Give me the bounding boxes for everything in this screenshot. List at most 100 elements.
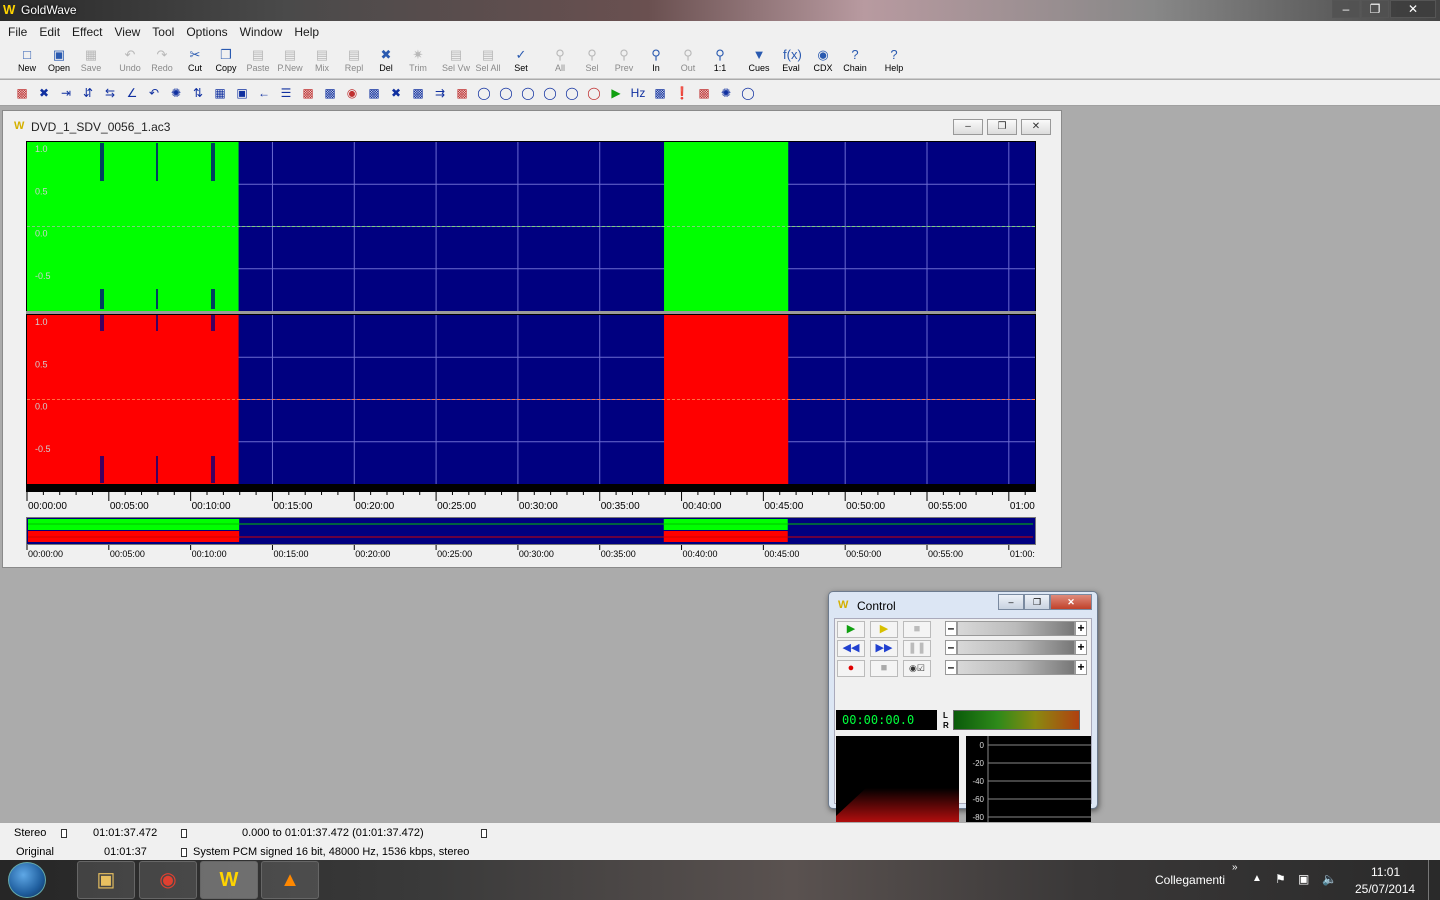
menu-window[interactable]: Window — [234, 25, 289, 39]
effect-tool-button[interactable]: ∠ — [122, 83, 142, 103]
sound-restore-button[interactable]: ❐ — [987, 119, 1017, 135]
toolbar-chain-button[interactable]: ? Chain — [840, 46, 870, 78]
toolbar-sel-all-button[interactable]: ▤ Sel All — [473, 46, 503, 78]
record-mode-button[interactable]: ◉☑ — [903, 660, 931, 677]
chevron-icon[interactable]: » — [1232, 862, 1238, 873]
effect-tool-button[interactable]: ▩ — [408, 83, 428, 103]
speed-minus-button[interactable]: – — [945, 660, 957, 675]
effect-tool-button[interactable]: ✺ — [166, 83, 186, 103]
toolbar-trim-button[interactable]: ✷ Trim — [403, 46, 433, 78]
effect-tool-button[interactable]: ▩ — [452, 83, 472, 103]
effect-tool-button[interactable]: ✖ — [34, 83, 54, 103]
toolbar-cut-button[interactable]: ✂ Cut — [180, 46, 210, 78]
effect-tool-button[interactable]: ◯ — [496, 83, 516, 103]
effect-tool-button[interactable]: ◉ — [342, 83, 362, 103]
speed-slider[interactable] — [957, 660, 1075, 675]
stop-button[interactable]: ■ — [903, 621, 931, 638]
action-center-flag-icon[interactable]: ⚑ — [1275, 872, 1286, 886]
toolbar-prev-button[interactable]: ⚲ Prev — [609, 46, 639, 78]
toolbar-repl-button[interactable]: ▤ Repl — [339, 46, 369, 78]
toolbar-sel-vw-button[interactable]: ▤ Sel Vw — [441, 46, 471, 78]
control-close-button[interactable]: ✕ — [1050, 594, 1092, 610]
effect-tool-button[interactable]: ⇅ — [188, 83, 208, 103]
close-button[interactable]: ✕ — [1390, 0, 1436, 18]
toolbar-paste-button[interactable]: ▤ Paste — [243, 46, 273, 78]
effect-tool-button[interactable]: Hz — [628, 83, 648, 103]
toolbar-1-1-button[interactable]: ⚲ 1:1 — [705, 46, 735, 78]
balance-plus-button[interactable]: + — [1075, 640, 1087, 655]
record-stop-button[interactable]: ■ — [870, 660, 898, 677]
effect-tool-button[interactable]: ⇵ — [78, 83, 98, 103]
effect-tool-button[interactable]: ▶ — [606, 83, 626, 103]
toolbar-p-new-button[interactable]: ▤ P.New — [275, 46, 305, 78]
toolbar-mix-button[interactable]: ▤ Mix — [307, 46, 337, 78]
effect-tool-button[interactable]: ✺ — [716, 83, 736, 103]
menu-file[interactable]: File — [2, 25, 33, 39]
balance-slider[interactable] — [957, 640, 1075, 655]
toolbar-save-button[interactable]: ▦ Save — [76, 46, 106, 78]
network-icon[interactable]: ▣ — [1298, 872, 1309, 886]
clock-date[interactable]: 25/07/2014 — [1355, 882, 1415, 896]
fast-forward-button[interactable]: ▶▶ — [870, 640, 898, 657]
effect-tool-button[interactable]: ✖ — [386, 83, 406, 103]
play-button[interactable]: ▶ — [837, 621, 865, 638]
menu-help[interactable]: Help — [288, 25, 325, 39]
effect-tool-button[interactable]: ☰ — [276, 83, 296, 103]
menu-view[interactable]: View — [109, 25, 147, 39]
toolbar-open-button[interactable]: ▣ Open — [44, 46, 74, 78]
menu-options[interactable]: Options — [180, 25, 233, 39]
menu-effect[interactable]: Effect — [66, 25, 108, 39]
toolbar-in-button[interactable]: ⚲ In — [641, 46, 671, 78]
toolbar-cues-button[interactable]: ▼ Cues — [744, 46, 774, 78]
goldwave-task-button[interactable]: W — [200, 861, 258, 899]
toolbar-copy-button[interactable]: ❐ Copy — [211, 46, 241, 78]
start-button[interactable] — [8, 862, 46, 898]
toolbar-collegamenti[interactable]: Collegamenti — [1155, 873, 1225, 887]
toolbar-cdx-button[interactable]: ◉ CDX — [808, 46, 838, 78]
toolbar-eval-button[interactable]: f(x) Eval — [776, 46, 806, 78]
effect-tool-button[interactable]: ▩ — [320, 83, 340, 103]
effect-tool-button[interactable]: ▩ — [650, 83, 670, 103]
volume-plus-button[interactable]: + — [1075, 621, 1087, 636]
effect-tool-button[interactable]: ▩ — [12, 83, 32, 103]
show-desktop-button[interactable] — [1428, 860, 1440, 900]
toolbar-redo-button[interactable]: ↷ Redo — [147, 46, 177, 78]
waveform-view[interactable]: 1.0 0.5 0.0 -0.5 1.0 0.5 0.0 -0.5 00:00:00 00:05:… — [26, 141, 1036, 517]
effect-tool-button[interactable]: ← — [254, 83, 274, 103]
effect-tool-button[interactable]: ◯ — [584, 83, 604, 103]
effect-tool-button[interactable]: ⇥ — [56, 83, 76, 103]
record-button[interactable]: ● — [837, 660, 865, 677]
explorer-task-button[interactable]: ▣ — [77, 861, 135, 899]
effect-tool-button[interactable]: ▣ — [232, 83, 252, 103]
toolbar-sel-button[interactable]: ⚲ Sel — [577, 46, 607, 78]
toolbar-help-button[interactable]: ? Help — [879, 46, 909, 78]
show-hidden-icons-icon[interactable]: ▲ — [1252, 873, 1262, 884]
toolbar-all-button[interactable]: ⚲ All — [545, 46, 575, 78]
effect-tool-button[interactable]: ▦ — [210, 83, 230, 103]
sound-close-button[interactable]: ✕ — [1021, 119, 1051, 135]
effect-tool-button[interactable]: ⇉ — [430, 83, 450, 103]
volume-icon[interactable]: 🔈 — [1322, 872, 1337, 886]
balance-minus-button[interactable]: – — [945, 640, 957, 655]
toolbar-out-button[interactable]: ⚲ Out — [673, 46, 703, 78]
play-selection-button[interactable]: ▶ — [870, 621, 898, 638]
effect-tool-button[interactable]: ↶ — [144, 83, 164, 103]
effect-tool-button[interactable]: ◯ — [540, 83, 560, 103]
toolbar-set-button[interactable]: ✓ Set — [506, 46, 536, 78]
toolbar-del-button[interactable]: ✖ Del — [371, 46, 401, 78]
toolbar-new-button[interactable]: □ New — [12, 46, 42, 78]
effect-tool-button[interactable]: ◯ — [518, 83, 538, 103]
rewind-button[interactable]: ◀◀ — [837, 640, 865, 657]
minimize-button[interactable]: – — [1332, 0, 1360, 18]
effect-tool-button[interactable]: ⇆ — [100, 83, 120, 103]
control-restore-button[interactable]: ❐ — [1024, 594, 1050, 610]
speed-plus-button[interactable]: + — [1075, 660, 1087, 675]
sound-minimize-button[interactable]: – — [953, 119, 983, 135]
control-minimize-button[interactable]: – — [998, 594, 1024, 610]
pause-button[interactable]: ❚❚ — [903, 640, 931, 657]
toolbar-undo-button[interactable]: ↶ Undo — [115, 46, 145, 78]
effect-tool-button[interactable]: ◯ — [738, 83, 758, 103]
effect-tool-button[interactable]: ◯ — [474, 83, 494, 103]
vlc-task-button[interactable]: ▲ — [261, 861, 319, 899]
effect-tool-button[interactable]: ▩ — [364, 83, 384, 103]
